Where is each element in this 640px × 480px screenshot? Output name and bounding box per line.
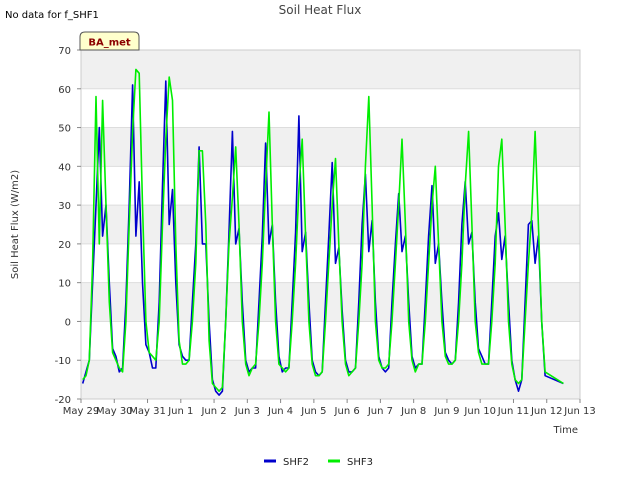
x-tick-label: Jun 10 [463,406,496,417]
y-tick-label: 20 [58,240,71,251]
y-axis-label: Soil Heat Flux (W/m2) [10,170,21,279]
x-tick-label: Jun 3 [234,406,260,417]
legend-label-shf3: SHF3 [347,457,373,468]
y-tick-label: 70 [58,46,71,57]
x-tick-label: May 30 [96,406,133,417]
x-tick-label: Jun 13 [563,406,596,417]
x-tick-label: Jun 12 [530,406,563,417]
x-axis-ticks: May 29May 30May 31 Jun 1 Jun 2 Jun 3 Jun 4 Ju… [63,399,596,417]
y-tick-label: -20 [55,395,71,406]
x-tick-label: Jun 11 [497,406,530,417]
x-tick-label: Jun 6 [334,406,360,417]
x-tick-label: Jun 8 [400,406,426,417]
grid-band [81,50,580,89]
grid-band [81,127,580,167]
grid-band [81,88,580,128]
x-tick-label: Jun 7 [367,406,393,417]
ba-met-badge-label: BA_met [88,38,131,49]
y-tick-label: 50 [58,124,71,135]
x-tick-label: May 29 [63,406,100,417]
x-tick-label: Jun 9 [433,406,459,417]
no-data-note: No data for f_SHF1 [5,10,99,21]
y-tick-label: 0 [65,317,71,328]
y-tick-label: 40 [58,162,71,173]
x-tick-label: Jun 2 [200,406,226,417]
x-tick-label: Jun 5 [300,406,326,417]
soil-heat-flux-chart: No data for f_SHF1 Soil Heat Flux -20 -10… [5,3,596,468]
x-tick-label: Jun 1 [167,406,193,417]
x-tick-label: May 31 [129,406,166,417]
y-tick-label: 60 [58,85,71,96]
legend: SHF2 SHF3 [264,457,373,468]
y-tick-label: 10 [58,279,71,290]
x-axis-label: Time [553,425,578,436]
grid-band [81,282,580,322]
y-tick-label: -10 [55,356,71,367]
y-tick-label: 30 [58,201,71,212]
chart-title: Soil Heat Flux [279,3,362,17]
y-axis-ticks: -20 -10 0 10 20 30 40 50 60 70 [55,46,81,406]
ba-met-badge: BA_met [79,31,140,51]
x-tick-label: Jun 4 [267,406,293,417]
legend-label-shf2: SHF2 [283,457,309,468]
